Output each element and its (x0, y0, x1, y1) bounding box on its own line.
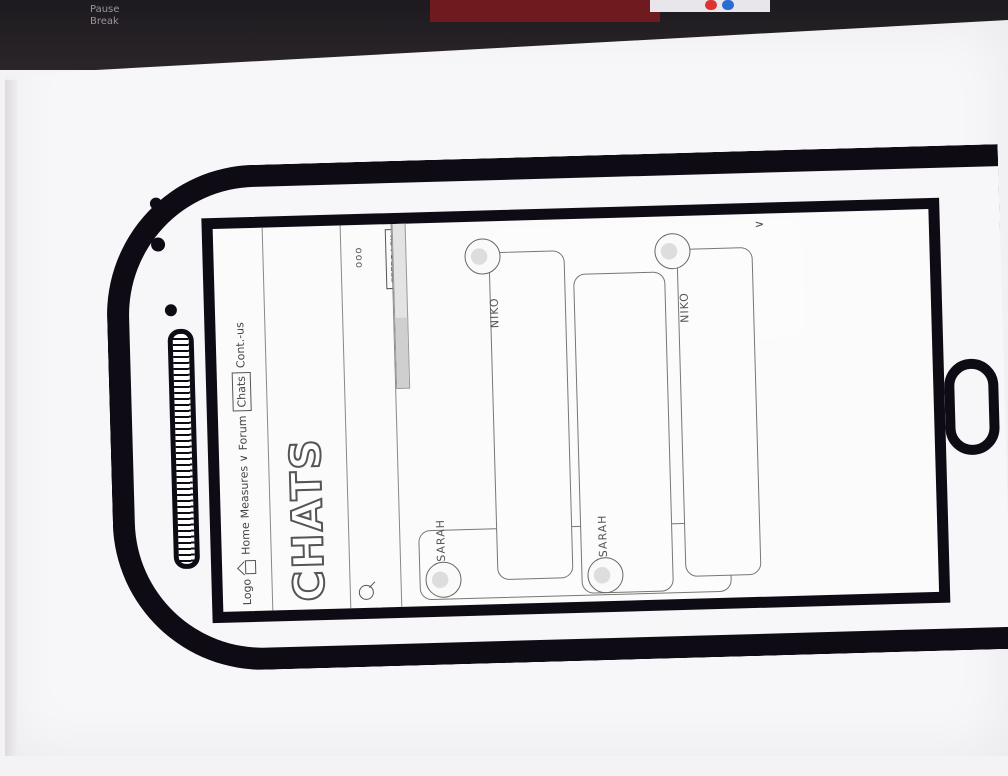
nav-item-chats[interactable]: Chats (231, 371, 252, 412)
chat-list: SARAH NIKO SARAH NIKO ∨ (390, 208, 943, 607)
speaker-grille (167, 328, 201, 570)
home-icon[interactable] (238, 559, 254, 575)
chat-name: NIKO (487, 297, 502, 329)
scrollbar-thumb[interactable] (395, 317, 410, 388)
key-pause: Pause (90, 4, 120, 15)
chat-name: SARAH (595, 514, 610, 558)
chat-card[interactable] (488, 250, 574, 581)
wireframe-mockup: Logo Home Measures ∨ Forum Chats Cont.-u… (212, 208, 943, 612)
logo-label[interactable]: Logo (240, 579, 254, 606)
sensor-dot (150, 237, 166, 252)
camera-dot (164, 304, 178, 317)
more-icon[interactable]: ooo (353, 246, 365, 268)
nav-item-measures[interactable]: Measures ∨ (237, 454, 252, 518)
red-panel (430, 0, 660, 22)
page-title: CHATS (280, 436, 336, 603)
chevron-down-icon[interactable]: ∨ (752, 220, 766, 229)
home-button[interactable] (943, 358, 1001, 456)
chat-card[interactable] (573, 271, 674, 594)
search-icon[interactable] (358, 584, 375, 601)
phone-frame: Logo Home Measures ∨ Forum Chats Cont.-u… (102, 144, 1008, 674)
sensor-dot (149, 197, 163, 210)
chat-name: SARAH (433, 518, 449, 562)
chat-name: NIKO (677, 291, 692, 324)
top-navigation: Logo Home Measures ∨ Forum Chats Cont.-u… (212, 227, 274, 612)
paper-edge (5, 80, 17, 756)
key-break: Break (90, 16, 119, 27)
nav-item-home[interactable]: Home (239, 522, 253, 555)
sticker (650, 0, 770, 12)
scrollbar[interactable] (391, 221, 411, 389)
nav-item-forum[interactable]: Forum (236, 415, 250, 450)
sensor-dot (150, 215, 165, 230)
nav-item-contact[interactable]: Cont.-us (233, 322, 247, 368)
phone-screen: Logo Home Measures ∨ Forum Chats Cont.-u… (201, 197, 951, 624)
